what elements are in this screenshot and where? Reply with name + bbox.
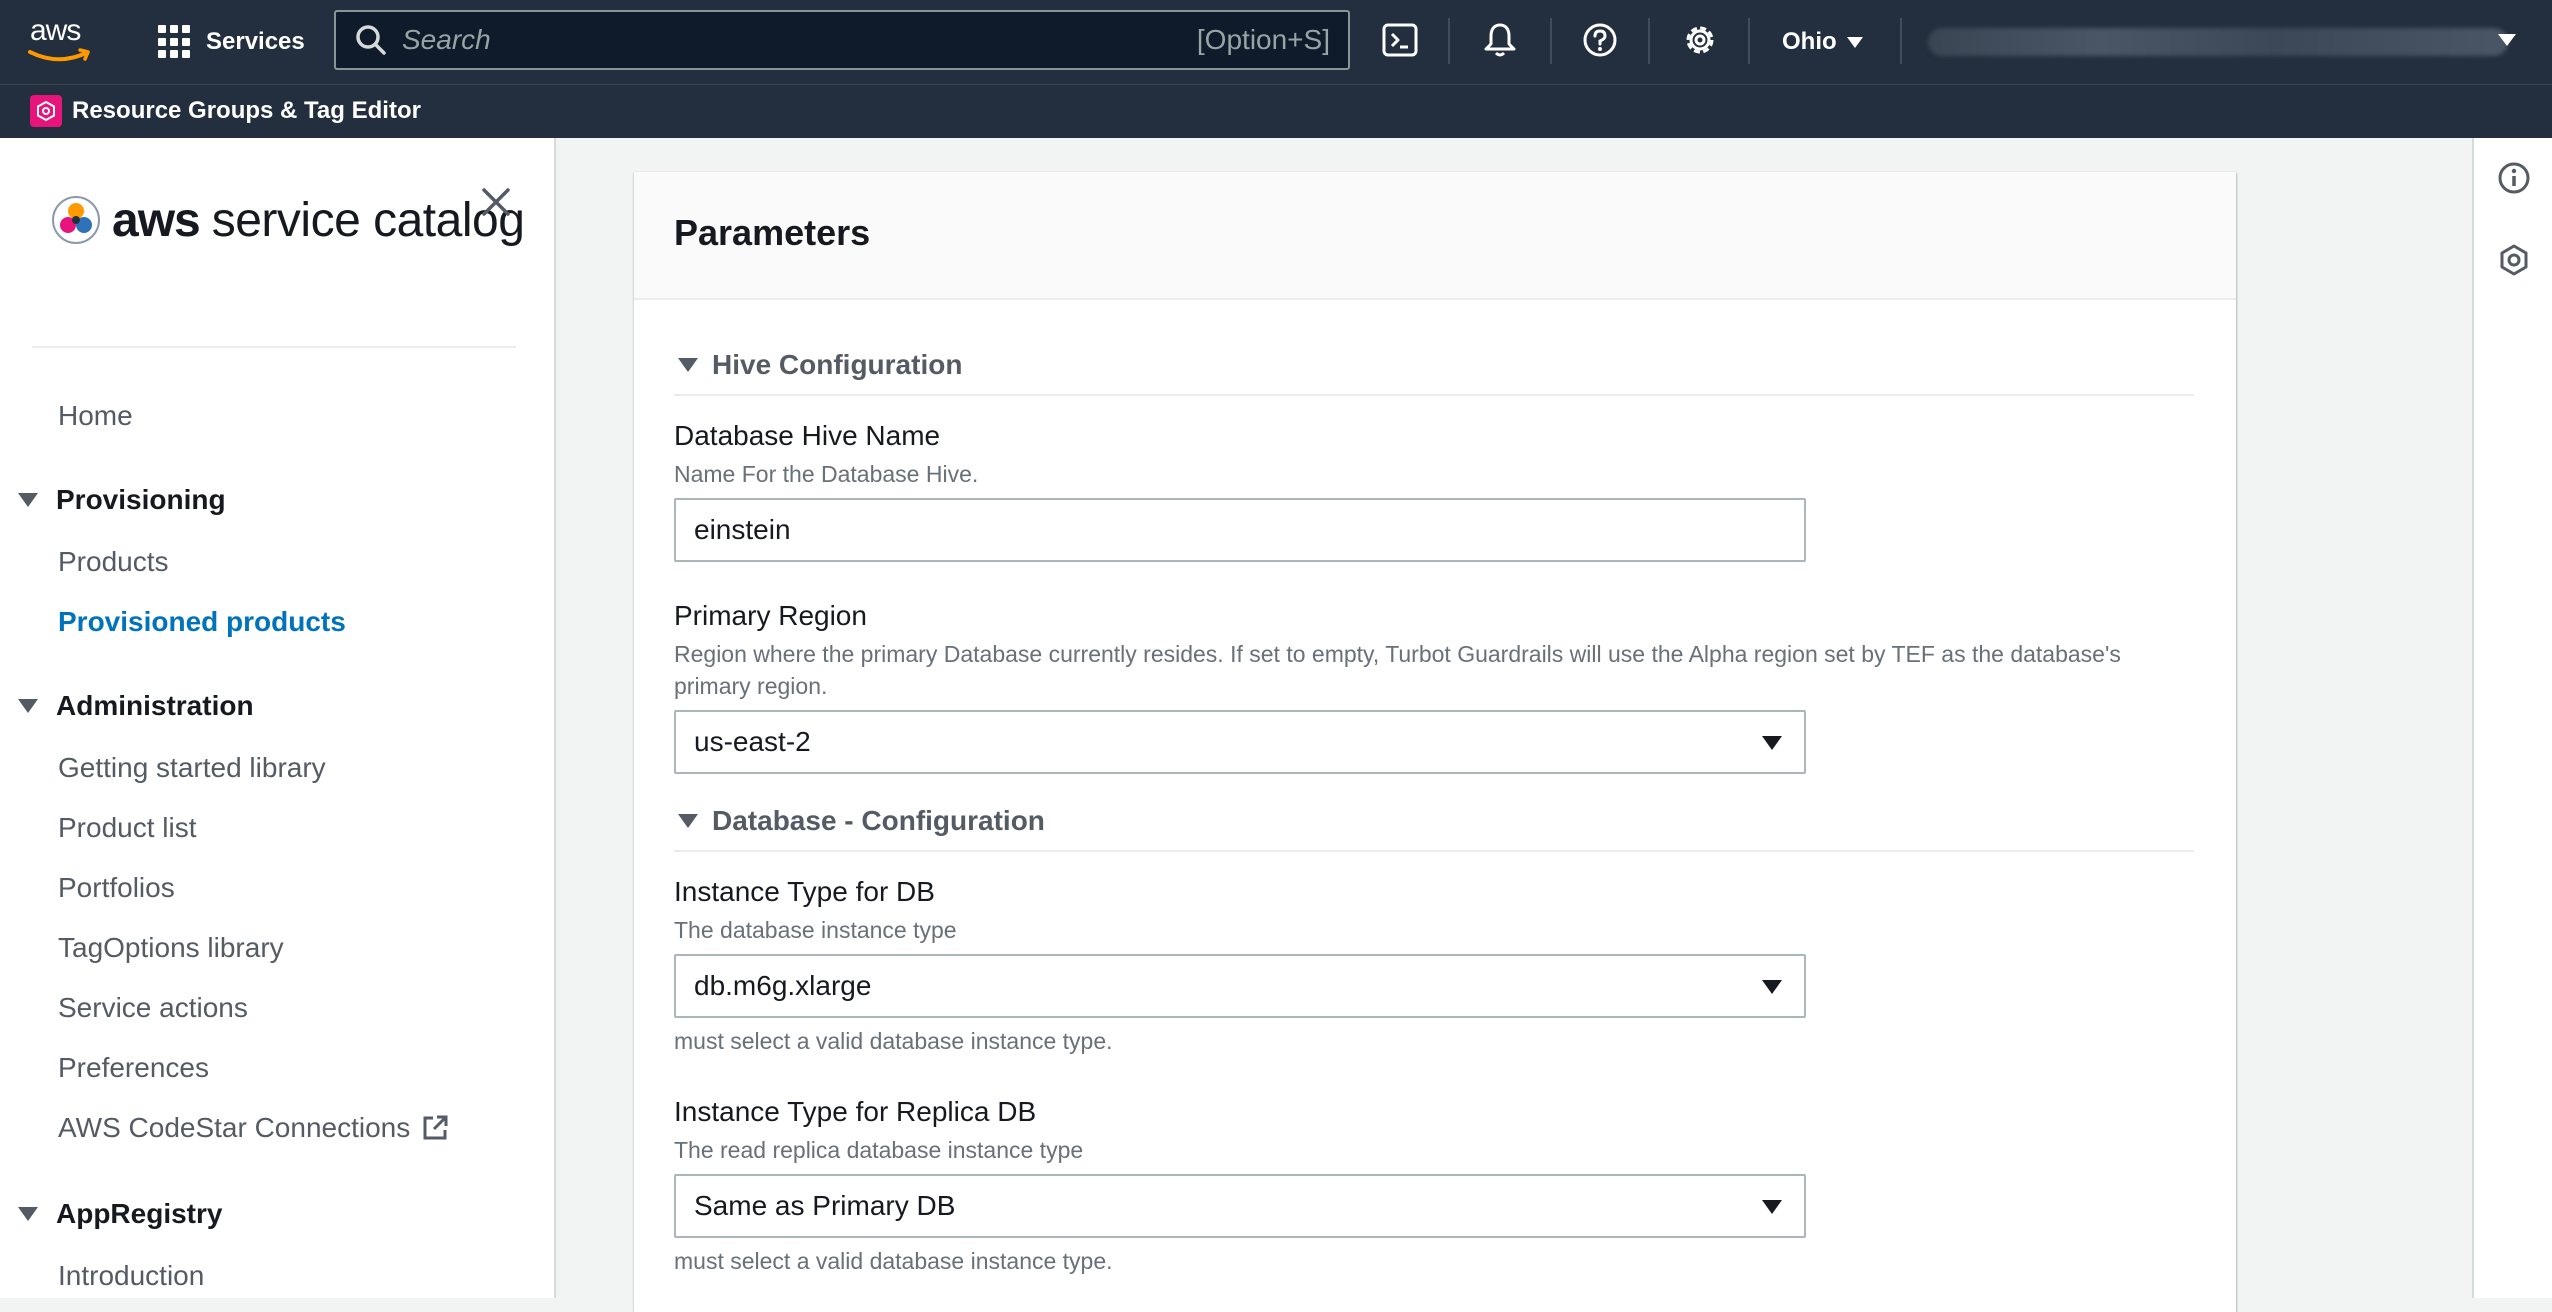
gear-icon (1686, 26, 1714, 54)
select-value: db.m6g.xlarge (694, 970, 872, 1001)
tools-rail (2472, 138, 2552, 1298)
settings-button[interactable] (1678, 18, 1722, 62)
primary-region-select[interactable]: us-east-2 (674, 710, 1806, 774)
aws-smile-icon (28, 48, 90, 62)
field-label: Database Hive Name (674, 420, 941, 451)
sidebar-item-getting-started-library[interactable]: Getting started library (58, 752, 326, 784)
constraint-text: must select a valid database instance ty… (674, 1248, 1113, 1274)
sidebar-item-tagoptions-library[interactable]: TagOptions library (58, 932, 284, 964)
service-catalog-icon (52, 196, 100, 244)
section-title: Administration (56, 690, 254, 721)
sidebar-item-home[interactable]: Home (58, 400, 133, 432)
caret-down-icon (18, 493, 38, 507)
constraint-text: must select a valid database instance ty… (674, 1028, 1113, 1054)
section-title: Provisioning (56, 484, 226, 515)
expandable-section-database-configuration[interactable]: Database - Configuration (674, 792, 2194, 852)
sidebar-item-provisioned-products[interactable]: Provisioned products (58, 606, 346, 638)
chevron-down-icon[interactable] (2498, 34, 2516, 46)
info-icon (2498, 162, 2530, 194)
sidebar-item-product-list[interactable]: Product list (58, 812, 197, 844)
services-menu-button[interactable]: Services (158, 22, 305, 62)
resources-panel-button[interactable] (2492, 238, 2536, 282)
nav-divider (1748, 18, 1750, 64)
search-placeholder: Search (402, 24, 491, 55)
caret-down-icon (1762, 736, 1782, 750)
region-label: Ohio (1782, 28, 1837, 55)
field-description: Name For the Database Hive. (674, 461, 979, 487)
close-icon[interactable] (476, 182, 516, 222)
instance-type-replica-db-select[interactable]: Same as Primary DB (674, 1174, 1806, 1238)
input-value: einstein (694, 514, 791, 545)
services-grid-icon (158, 25, 192, 59)
aws-logo[interactable]: aws (28, 14, 94, 62)
expandable-section-hive-configuration[interactable]: Hive Configuration (674, 336, 2194, 396)
resource-groups-icon (30, 95, 62, 127)
field-label: Instance Type for DB (674, 876, 935, 907)
cloudshell-icon (1382, 23, 1418, 57)
field-description: The read replica database instance type (674, 1137, 1084, 1163)
section-title: AppRegistry (56, 1198, 223, 1229)
caret-down-icon (678, 358, 698, 372)
nav-divider (1550, 18, 1552, 64)
caret-down-icon (18, 1207, 38, 1221)
nav-divider (1648, 18, 1650, 64)
service-catalog-logo[interactable]: aws service catalog (50, 190, 525, 250)
page-title: Parameters (674, 212, 871, 253)
caret-down-icon (1762, 980, 1782, 994)
section-header: Database - Configuration (712, 805, 1045, 836)
field-description: The database instance type (674, 917, 957, 943)
help-button[interactable] (1578, 18, 1622, 62)
instance-type-db-select[interactable]: db.m6g.xlarge (674, 954, 1806, 1018)
select-value: Same as Primary DB (694, 1190, 956, 1221)
services-label: Services (206, 28, 305, 55)
sidebar-item-portfolios[interactable]: Portfolios (58, 872, 175, 904)
sidebar-item-label: AWS CodeStar Connections (58, 1112, 411, 1143)
favorites-bar: Resource Groups & Tag Editor (0, 84, 2552, 138)
info-panel-button[interactable] (2492, 156, 2536, 200)
field-label: Instance Type for Replica DB (674, 1096, 1037, 1127)
resource-groups-link[interactable]: Resource Groups & Tag Editor (72, 97, 421, 125)
select-value: us-east-2 (694, 726, 811, 757)
database-hive-name-input[interactable]: einstein (674, 498, 1806, 562)
parameters-container: Parameters Hive Configuration Database H… (634, 172, 2236, 1312)
bell-icon (1484, 23, 1516, 57)
help-icon (1583, 23, 1617, 57)
search-shortcut-hint: [Option+S] (1196, 24, 1330, 55)
sidebar-section-appregistry[interactable]: AppRegistry (18, 1198, 222, 1230)
caret-down-icon (1762, 1200, 1782, 1214)
field-label: Primary Region (674, 600, 867, 631)
caret-down-icon (678, 814, 698, 828)
sidebar-item-codestar-connections[interactable]: AWS CodeStar Connections (58, 1112, 450, 1144)
field-description: Region where the primary Database curren… (674, 641, 2121, 699)
brand-aws: aws (112, 193, 201, 247)
hexagon-settings-icon (2500, 244, 2528, 276)
search-icon (356, 25, 386, 55)
side-navigation: aws service catalog Home Provisioning Pr… (0, 138, 556, 1298)
account-menu-redacted[interactable] (1928, 28, 2508, 56)
sidebar-divider (32, 346, 516, 348)
cloudshell-button[interactable] (1378, 18, 1422, 62)
sidebar-item-service-actions[interactable]: Service actions (58, 992, 248, 1024)
sidebar-item-introduction[interactable]: Introduction (58, 1260, 204, 1292)
container-header: Parameters (634, 172, 2236, 300)
sidebar-item-products[interactable]: Products (58, 546, 169, 578)
top-navigation-bar: aws Services Search [Option+S] Ohio (0, 0, 2552, 84)
sidebar-item-preferences[interactable]: Preferences (58, 1052, 209, 1084)
aws-logo-text: aws (30, 14, 81, 47)
section-header: Hive Configuration (712, 349, 963, 380)
sidebar-section-administration[interactable]: Administration (18, 690, 254, 722)
search-input[interactable]: Search [Option+S] (334, 10, 1350, 70)
nav-divider (1900, 18, 1902, 64)
nav-divider (1448, 18, 1450, 64)
caret-down-icon (18, 699, 38, 713)
chevron-down-icon (1846, 36, 1863, 48)
region-selector[interactable]: Ohio (1782, 22, 1863, 62)
sidebar-section-provisioning[interactable]: Provisioning (18, 484, 226, 516)
notifications-button[interactable] (1478, 18, 1522, 62)
external-link-icon (423, 1115, 448, 1140)
